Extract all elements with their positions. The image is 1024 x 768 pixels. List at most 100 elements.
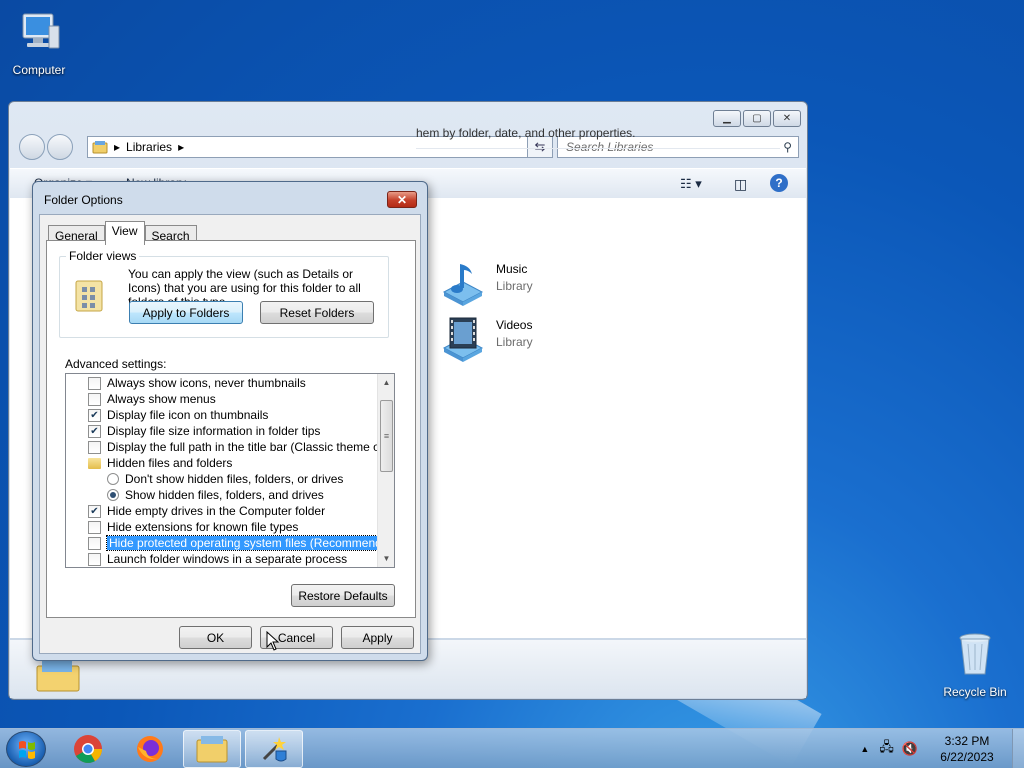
- computer-icon: [22, 13, 60, 49]
- checkbox-unchecked[interactable]: [88, 392, 101, 406]
- checkbox-unchecked[interactable]: [88, 552, 101, 566]
- taskbar-chrome[interactable]: [59, 730, 117, 768]
- start-button[interactable]: [6, 731, 46, 767]
- libraries-icon: [92, 141, 108, 154]
- advanced-setting-label: Show hidden files, folders, and drives: [125, 488, 324, 502]
- desktop-icon-label: Computer: [12, 63, 66, 77]
- radio-selected[interactable]: [107, 489, 119, 501]
- checkbox-unchecked[interactable]: [88, 520, 101, 534]
- system-tray: ▲ 🖧 🔇 3:32 PM 6/22/2023: [860, 729, 1024, 768]
- advanced-setting-label: Hide empty drives in the Computer folder: [107, 504, 326, 518]
- advanced-setting-label: Display file icon on thumbnails: [107, 408, 269, 422]
- library-hint-text: hem by folder, date, and other propertie…: [416, 126, 636, 140]
- checkbox-checked[interactable]: ✔: [88, 424, 101, 438]
- dialog-title: Folder Options: [44, 193, 123, 207]
- apply-to-folders-button[interactable]: Apply to Folders: [129, 301, 243, 324]
- help-icon[interactable]: ?: [770, 174, 788, 192]
- scroll-up-arrow-icon[interactable]: ▲: [378, 374, 394, 391]
- advanced-setting-checkbox[interactable]: Always show icons, never thumbnails: [88, 375, 306, 391]
- advanced-setting-checkbox[interactable]: Hide protected operating system files (R…: [88, 535, 394, 551]
- advanced-settings-list[interactable]: Always show icons, never thumbnails Alway…: [65, 373, 395, 568]
- desktop-icon-label: Recycle Bin: [943, 685, 1007, 699]
- libraries-large-icon: [36, 660, 80, 692]
- reset-folders-button[interactable]: Reset Folders: [260, 301, 374, 324]
- advanced-setting-label: Don't show hidden files, folders, or dri…: [125, 472, 344, 486]
- dialog-close-button[interactable]: ✕: [387, 191, 417, 208]
- restore-defaults-button[interactable]: Restore Defaults: [291, 584, 395, 607]
- folder-views-icon: [75, 280, 103, 312]
- taskbar: ▲ 🖧 🔇 3:32 PM 6/22/2023: [0, 728, 1024, 768]
- chevron-right-icon: ▸: [114, 140, 121, 154]
- advanced-setting-label: Launch folder windows in a separate proc…: [107, 552, 348, 566]
- checkbox-unchecked[interactable]: [88, 440, 101, 454]
- maximize-button[interactable]: ▢: [743, 110, 771, 127]
- ok-button[interactable]: OK: [179, 626, 252, 649]
- volume-muted-icon[interactable]: 🔇: [902, 741, 918, 757]
- address-crumb[interactable]: Libraries: [126, 140, 172, 154]
- clock[interactable]: 3:32 PM 6/22/2023: [922, 733, 1012, 765]
- apply-button[interactable]: Apply: [341, 626, 414, 649]
- folder-views-legend: Folder views: [66, 249, 140, 263]
- scroll-down-arrow-icon[interactable]: ▼: [378, 550, 394, 567]
- advanced-setting-label: Hide extensions for known file types: [107, 520, 299, 534]
- network-icon[interactable]: 🖧: [879, 738, 894, 760]
- dialog-body: General View Search Folder views You can…: [39, 214, 421, 654]
- checkbox-checked[interactable]: ✔: [88, 504, 101, 518]
- advanced-setting-radio[interactable]: Show hidden files, folders, and drives: [107, 487, 324, 503]
- close-button[interactable]: ✕: [773, 110, 801, 127]
- view-options-icon[interactable]: ☷ ▾: [680, 176, 702, 192]
- music-icon: [442, 264, 484, 306]
- advanced-setting-label: Hide protected operating system files (R…: [105, 535, 394, 551]
- advanced-setting-label: Hidden files and folders: [107, 456, 233, 470]
- show-desktop-button[interactable]: [1012, 729, 1024, 768]
- checkbox-unchecked[interactable]: [88, 536, 101, 550]
- advanced-scrollbar[interactable]: ▲ ≡ ▼: [377, 374, 394, 567]
- scroll-thumb[interactable]: ≡: [380, 400, 393, 472]
- preview-pane-icon[interactable]: ◫: [734, 176, 747, 193]
- advanced-setting-checkbox[interactable]: ✔ Hide empty drives in the Computer folde…: [88, 503, 325, 519]
- firefox-icon: [137, 736, 163, 762]
- library-name: Videos: [496, 318, 533, 332]
- advanced-setting-label: Display file size information in folder …: [107, 424, 321, 438]
- library-item-music[interactable]: Music Library: [438, 258, 533, 308]
- folder-icon: [88, 457, 101, 469]
- advanced-setting-checkbox[interactable]: Always show menus: [88, 391, 216, 407]
- advanced-setting-checkbox[interactable]: ✔ Display file icon on thumbnails: [88, 407, 268, 423]
- checkbox-unchecked[interactable]: [88, 376, 101, 390]
- back-button[interactable]: [19, 134, 45, 160]
- folder-options-dialog: Folder Options ✕ General View Search Fol…: [32, 181, 428, 661]
- clock-date: 6/22/2023: [940, 750, 994, 764]
- advanced-setting-label: Always show menus: [107, 392, 216, 406]
- advanced-setting-checkbox[interactable]: Display the full path in the title bar (…: [88, 439, 395, 455]
- clock-time: 3:32 PM: [944, 734, 990, 748]
- tab-view[interactable]: View: [104, 221, 145, 245]
- divider: [416, 148, 780, 149]
- desktop-icon-computer[interactable]: Computer: [4, 8, 74, 77]
- wand-shield-icon: [262, 737, 287, 762]
- search-placeholder: Search Libraries: [566, 140, 654, 154]
- advanced-setting-folder[interactable]: Hidden files and folders: [88, 455, 232, 471]
- videos-icon: [442, 317, 484, 362]
- windows-logo-icon: [19, 741, 35, 759]
- forward-button[interactable]: [47, 134, 73, 160]
- advanced-setting-checkbox[interactable]: Hide extensions for known file types: [88, 519, 298, 535]
- checkbox-checked[interactable]: ✔: [88, 408, 101, 422]
- advanced-setting-radio[interactable]: Don't show hidden files, folders, or dri…: [107, 471, 343, 487]
- taskbar-program[interactable]: [245, 730, 303, 768]
- recycle-bin-icon: [959, 633, 991, 675]
- radio-unselected[interactable]: [107, 473, 119, 485]
- folder-icon: [196, 736, 228, 763]
- chevron-right-icon: ▸: [178, 140, 185, 154]
- minimize-button[interactable]: ▁: [713, 110, 741, 127]
- library-type: Library: [496, 335, 533, 349]
- desktop-icon-recycle-bin[interactable]: Recycle Bin: [940, 630, 1010, 699]
- library-item-videos[interactable]: Videos Library: [438, 314, 533, 364]
- advanced-setting-checkbox[interactable]: ✔ Display file size information in folder…: [88, 423, 320, 439]
- view-tab-panel: Folder views You can apply the view (suc…: [46, 240, 416, 618]
- show-hidden-icons-icon[interactable]: ▲: [860, 744, 869, 754]
- advanced-setting-checkbox[interactable]: Launch folder windows in a separate proc…: [88, 551, 347, 567]
- taskbar-firefox[interactable]: [121, 730, 179, 768]
- advanced-setting-label: Display the full path in the title bar (…: [107, 440, 395, 454]
- advanced-settings-label: Advanced settings:: [65, 357, 167, 371]
- taskbar-explorer[interactable]: [183, 730, 241, 768]
